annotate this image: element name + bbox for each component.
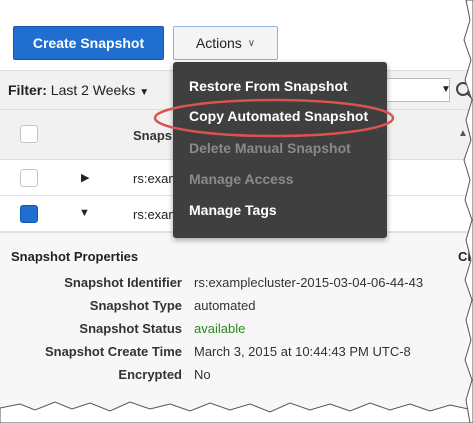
caret-down-icon[interactable]: ▼ <box>139 87 149 98</box>
select-all-checkbox[interactable] <box>20 125 38 143</box>
filter-label: Filter: <box>8 82 47 98</box>
detail-value: automated <box>194 298 256 313</box>
actions-label: Actions <box>195 35 242 51</box>
detail-value: No <box>194 367 211 382</box>
highlight-oval <box>153 98 395 138</box>
detail-row: Snapshot Status available <box>0 321 473 341</box>
detail-key: Snapshot Create Time <box>44 344 182 359</box>
detail-row: Encrypted No <box>0 367 473 387</box>
row-checkbox[interactable] <box>20 169 38 187</box>
triangle-down-icon[interactable]: ▼ <box>79 207 90 219</box>
menu-item-delete-manual-snapshot: Delete Manual Snapshot <box>189 140 351 156</box>
details-title-right: Cl <box>458 249 471 264</box>
detail-key: Snapshot Identifier <box>64 275 182 290</box>
detail-value: rs:examplecluster-2015-03-04-06-44-43 <box>194 275 424 290</box>
detail-row: Snapshot Type automated <box>0 298 473 318</box>
detail-key: Snapshot Type <box>89 298 182 313</box>
detail-value: March 3, 2015 at 10:44:43 PM UTC-8 <box>194 344 411 359</box>
create-snapshot-button[interactable]: Create Snapshot <box>13 26 164 60</box>
menu-item-manage-tags[interactable]: Manage Tags <box>189 202 277 218</box>
row-checkbox[interactable] <box>20 205 38 223</box>
filter-control[interactable]: Filter: Last 2 Weeks ▼ <box>8 82 149 98</box>
detail-row: Snapshot Identifier rs:examplecluster-20… <box>0 275 473 295</box>
chevron-down-icon: ∨ <box>247 37 256 49</box>
filter-value[interactable]: Last 2 Weeks <box>51 82 136 98</box>
detail-row: Snapshot Create Time March 3, 2015 at 10… <box>0 344 473 364</box>
detail-key: Snapshot Status <box>79 321 182 336</box>
menu-item-restore-from-snapshot[interactable]: Restore From Snapshot <box>189 78 348 94</box>
actions-menu: Restore From Snapshot Copy Automated Sna… <box>173 62 387 238</box>
status-badge: available <box>194 321 246 336</box>
search-icon[interactable] <box>454 78 473 102</box>
triangle-right-icon[interactable]: ▶ <box>81 171 89 184</box>
details-title: Snapshot Properties <box>11 249 139 264</box>
actions-button[interactable]: Actions ∨ <box>173 26 278 60</box>
detail-key: Encrypted <box>118 367 182 382</box>
caret-down-icon[interactable]: ▼ <box>441 84 451 95</box>
sort-icon[interactable]: ▲ <box>458 128 468 139</box>
menu-item-manage-access: Manage Access <box>189 171 294 187</box>
